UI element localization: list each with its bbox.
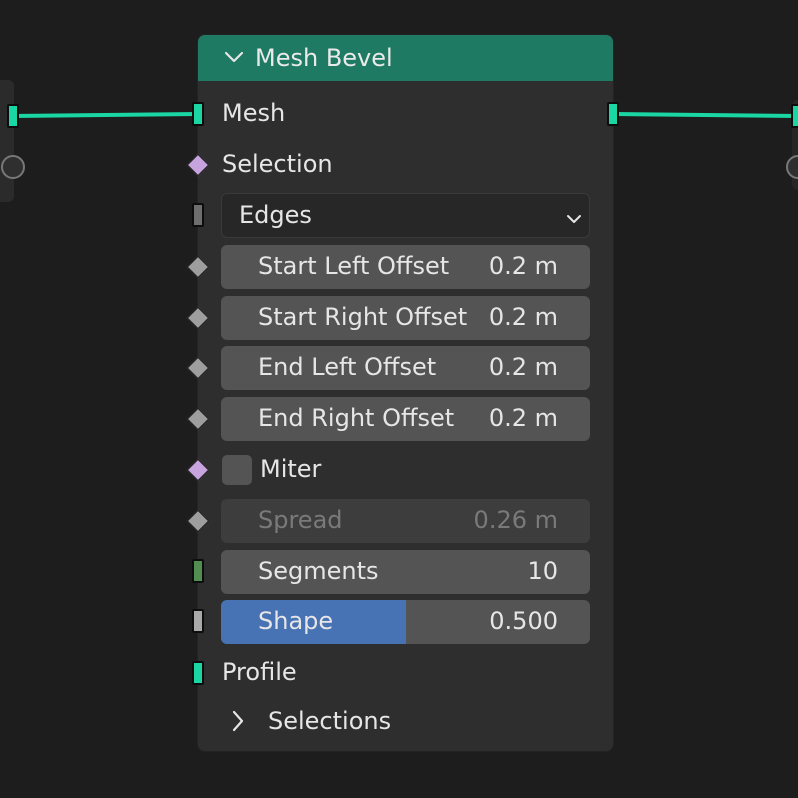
selections-panel-label[interactable]: Selections <box>268 707 391 735</box>
output-link-wire <box>613 112 798 118</box>
field-value: 0.2 m <box>488 353 558 381</box>
shape-slider[interactable]: Shape 0.500 <box>221 600 590 644</box>
start-left-offset-field[interactable]: Start Left Offset 0.2 m <box>221 245 590 289</box>
shape-socket[interactable] <box>192 609 204 633</box>
field-value: 0.26 m <box>473 506 558 534</box>
field-label: Spread <box>258 506 343 534</box>
segments-socket[interactable] <box>192 559 204 583</box>
mesh-input-label: Mesh <box>222 99 286 127</box>
field-label: Segments <box>258 557 379 585</box>
mesh-output-socket[interactable] <box>607 102 619 126</box>
field-label: End Right Offset <box>258 404 455 432</box>
field-value: 0.2 m <box>488 252 558 280</box>
segments-field[interactable]: Segments 10 <box>221 550 590 594</box>
selection-label: Selection <box>222 150 333 178</box>
profile-socket[interactable] <box>192 661 204 685</box>
upstream-node-edge <box>0 80 14 202</box>
field-value: 0.2 m <box>488 404 558 432</box>
field-label: Shape <box>258 607 334 635</box>
mode-socket[interactable] <box>192 203 204 227</box>
field-value: 0.500 <box>489 607 558 635</box>
input-link-wire <box>12 112 199 118</box>
chevron-down-icon <box>566 210 582 229</box>
downstream-geometry-input-socket[interactable] <box>791 104 798 128</box>
mesh-input-socket[interactable] <box>192 102 204 126</box>
field-value: 0.2 m <box>488 303 558 331</box>
field-value: 10 <box>527 557 558 585</box>
chevron-right-icon[interactable] <box>231 710 245 736</box>
start-right-offset-field[interactable]: Start Right Offset 0.2 m <box>221 296 590 340</box>
mode-dropdown-value: Edges <box>239 201 312 229</box>
miter-label: Miter <box>260 455 322 483</box>
end-left-offset-field[interactable]: End Left Offset 0.2 m <box>221 346 590 390</box>
node-header[interactable]: Mesh Bevel <box>198 35 613 81</box>
chevron-down-icon[interactable] <box>224 49 244 68</box>
mode-dropdown[interactable]: Edges <box>221 193 590 238</box>
upstream-geometry-output-socket[interactable] <box>7 104 19 128</box>
field-label: End Left Offset <box>258 353 437 381</box>
field-label: Start Left Offset <box>258 252 450 280</box>
mesh-bevel-node[interactable]: Mesh Bevel <box>197 34 614 752</box>
miter-checkbox[interactable] <box>222 455 252 485</box>
node-title: Mesh Bevel <box>255 44 393 72</box>
upstream-output-socket[interactable] <box>1 155 25 179</box>
profile-label: Profile <box>222 658 297 686</box>
spread-field[interactable]: Spread 0.26 m <box>221 499 590 543</box>
field-label: Start Right Offset <box>258 303 468 331</box>
end-right-offset-field[interactable]: End Right Offset 0.2 m <box>221 397 590 441</box>
